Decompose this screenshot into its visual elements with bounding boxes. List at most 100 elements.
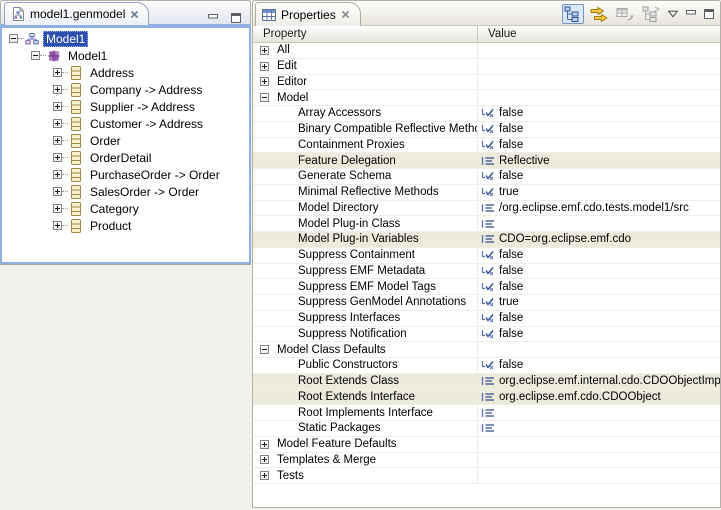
column-header-value[interactable]: Value [478, 26, 720, 42]
show-categories-button[interactable] [562, 4, 584, 24]
table-row[interactable]: Model Feature Defaults [253, 437, 720, 453]
expander-icon[interactable] [53, 68, 62, 77]
show-advanced-properties-button[interactable] [640, 4, 662, 24]
property-value-cell[interactable] [478, 421, 720, 436]
table-row[interactable]: Edit [253, 59, 720, 75]
expander-icon[interactable] [53, 136, 62, 145]
property-value-cell[interactable]: false [478, 122, 720, 137]
property-value-cell[interactable] [478, 216, 720, 231]
tree-item[interactable]: Company -> Address [2, 81, 249, 98]
expander-icon[interactable] [9, 34, 18, 43]
table-row[interactable]: Suppress EMF Model Tags false [253, 279, 720, 295]
table-row[interactable]: Tests [253, 468, 720, 484]
property-value-cell[interactable] [478, 437, 720, 452]
table-row[interactable]: Model Directory /org.eclipse.emf.cdo.tes… [253, 201, 720, 217]
table-row[interactable]: Templates & Merge [253, 453, 720, 469]
table-row[interactable]: Model [253, 90, 720, 106]
expander-icon[interactable] [53, 221, 62, 230]
table-row[interactable]: Containment Proxies false [253, 138, 720, 154]
property-value-cell[interactable]: org.eclipse.emf.internal.cdo.CDOObjectIm… [478, 374, 720, 389]
tree-item[interactable]: Order [2, 132, 249, 149]
tree-item[interactable]: Model1 [2, 47, 249, 64]
close-icon[interactable] [130, 10, 139, 19]
expander-icon[interactable] [260, 455, 269, 464]
table-row[interactable]: Model Plug-in Class [253, 216, 720, 232]
expander-icon[interactable] [260, 471, 269, 480]
tree-item[interactable]: Customer -> Address [2, 115, 249, 132]
property-value-cell[interactable]: false [478, 279, 720, 294]
property-value-cell[interactable]: false [478, 327, 720, 342]
property-value-cell[interactable] [478, 453, 720, 468]
property-value-cell[interactable]: false [478, 106, 720, 121]
tree-item[interactable]: Model1 [2, 30, 249, 47]
table-row[interactable]: Root Extends Interface org.eclipse.emf.c… [253, 390, 720, 406]
expander-icon[interactable] [53, 85, 62, 94]
expander-icon[interactable] [53, 119, 62, 128]
tree-item[interactable]: Supplier -> Address [2, 98, 249, 115]
property-value-cell[interactable] [478, 59, 720, 74]
property-value-cell[interactable]: true [478, 295, 720, 310]
expander-icon[interactable] [53, 187, 62, 196]
property-value-cell[interactable]: false [478, 264, 720, 279]
property-value-cell[interactable]: false [478, 248, 720, 263]
editor-minimize-button[interactable] [206, 8, 220, 28]
close-icon[interactable] [341, 10, 350, 19]
property-value-cell[interactable]: false [478, 138, 720, 153]
editor-maximize-button[interactable] [229, 8, 243, 28]
expander-icon[interactable] [260, 62, 269, 71]
table-row[interactable]: Feature Delegation Reflective [253, 153, 720, 169]
property-value-cell[interactable] [478, 90, 720, 105]
property-value-cell[interactable]: Reflective [478, 153, 720, 168]
properties-minimize-button[interactable] [684, 4, 698, 24]
table-row[interactable]: Model Class Defaults [253, 342, 720, 358]
property-value-cell[interactable]: false [478, 169, 720, 184]
tree-item[interactable]: Address [2, 64, 249, 81]
table-row[interactable]: Root Implements Interface [253, 405, 720, 421]
property-value-cell[interactable] [478, 342, 720, 357]
table-row[interactable]: Editor [253, 75, 720, 91]
table-row[interactable]: Generate Schema false [253, 169, 720, 185]
properties-maximize-button[interactable] [702, 4, 716, 24]
table-row[interactable]: Suppress Notification false [253, 327, 720, 343]
property-value-cell[interactable] [478, 468, 720, 483]
tree-item[interactable]: PurchaseOrder -> Order [2, 166, 249, 183]
expander-icon[interactable] [260, 77, 269, 86]
table-row[interactable]: Suppress Containment false [253, 248, 720, 264]
expander-icon[interactable] [260, 46, 269, 55]
table-row[interactable]: Binary Compatible Reflective Methods fal… [253, 122, 720, 138]
filter-properties-button[interactable] [588, 4, 610, 24]
view-tab-properties[interactable]: Properties [255, 2, 361, 26]
tree-item[interactable]: Product [2, 217, 249, 234]
table-row[interactable]: Suppress Interfaces false [253, 311, 720, 327]
expander-icon[interactable] [31, 51, 40, 60]
table-row[interactable]: Array Accessors false [253, 106, 720, 122]
property-value-cell[interactable]: /org.eclipse.emf.cdo.tests.model1/src [478, 201, 720, 216]
table-row[interactable]: Minimal Reflective Methods true [253, 185, 720, 201]
restore-default-value-button[interactable] [614, 4, 636, 24]
property-value-cell[interactable]: true [478, 185, 720, 200]
expander-icon[interactable] [260, 440, 269, 449]
expander-icon[interactable] [53, 170, 62, 179]
expander-icon[interactable] [53, 102, 62, 111]
table-row[interactable]: Public Constructors false [253, 358, 720, 374]
property-value-cell[interactable]: false [478, 311, 720, 326]
table-row[interactable]: Suppress GenModel Annotations true [253, 295, 720, 311]
table-row[interactable]: Root Extends Class org.eclipse.emf.inter… [253, 374, 720, 390]
column-header-property[interactable]: Property [253, 26, 478, 42]
property-value-cell[interactable] [478, 405, 720, 420]
tree-item[interactable]: Category [2, 200, 249, 217]
table-row[interactable]: Model Plug-in Variables CDO=org.eclipse.… [253, 232, 720, 248]
tree-item[interactable]: SalesOrder -> Order [2, 183, 249, 200]
table-row[interactable]: All [253, 43, 720, 59]
property-value-cell[interactable] [478, 43, 720, 58]
property-value-cell[interactable]: false [478, 358, 720, 373]
expander-icon[interactable] [260, 345, 269, 354]
expander-icon[interactable] [260, 93, 269, 102]
table-row[interactable]: Suppress EMF Metadata false [253, 264, 720, 280]
table-row[interactable]: Static Packages [253, 421, 720, 437]
property-value-cell[interactable]: org.eclipse.emf.cdo.CDOObject [478, 390, 720, 405]
property-value-cell[interactable] [478, 75, 720, 90]
property-value-cell[interactable]: CDO=org.eclipse.emf.cdo [478, 232, 720, 247]
expander-icon[interactable] [53, 153, 62, 162]
editor-tab-model1-genmodel[interactable]: model1.genmodel [4, 2, 149, 25]
